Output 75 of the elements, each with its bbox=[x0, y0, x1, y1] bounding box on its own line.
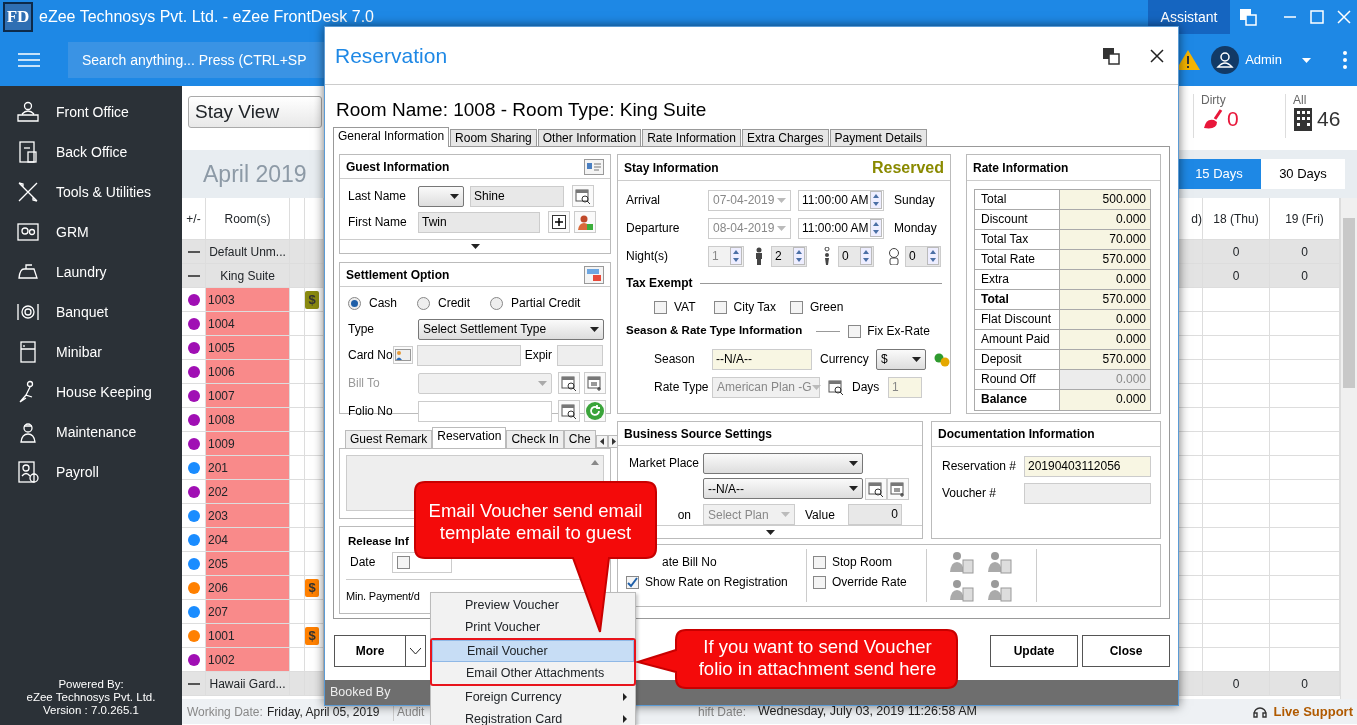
field-label: Card No bbox=[348, 347, 393, 364]
status-label: Reserved bbox=[871, 157, 944, 178]
rate-value: 0.000 bbox=[1060, 370, 1150, 389]
field-label: Expir bbox=[524, 347, 554, 364]
stat-value: 46 bbox=[1293, 107, 1347, 131]
field-label: Night(s) bbox=[626, 248, 669, 265]
rate-badge: $ bbox=[305, 626, 319, 645]
status-label: hift Date: bbox=[698, 703, 748, 721]
field-label: Season bbox=[654, 351, 696, 368]
rate-value: 570.000 bbox=[1060, 290, 1150, 309]
field-label: Departure bbox=[626, 220, 681, 237]
field-label: Rate Type bbox=[654, 379, 710, 396]
field-label: Type bbox=[348, 321, 375, 338]
count-cell: 0 bbox=[1203, 264, 1270, 287]
field-label: Market Place bbox=[629, 455, 701, 473]
rate-badge: $ bbox=[305, 290, 319, 309]
status-value: Wednesday, July 03, 2019 11:26:58 AM bbox=[758, 703, 977, 721]
dialog-title: Reservation bbox=[335, 42, 448, 69]
day-label: Sunday bbox=[894, 192, 935, 209]
count-cell: 0 bbox=[1203, 240, 1270, 263]
panel-title: Documentation Information bbox=[938, 426, 1095, 443]
field-label: Folio No bbox=[348, 403, 394, 420]
field-label: Days bbox=[852, 379, 881, 396]
footer-text: Version : 7.0.265.1 bbox=[42, 704, 140, 717]
field-label: First Name bbox=[348, 214, 408, 231]
stat-label: All bbox=[1293, 94, 1308, 107]
field-label: Currency bbox=[820, 351, 870, 368]
rate-value: 0.000 bbox=[1060, 330, 1150, 349]
rate-value: 70.000 bbox=[1060, 230, 1150, 249]
tooltip-text: If you want to send Voucher folio in attachment send here bbox=[697, 636, 938, 680]
field-label: Reservation # bbox=[941, 458, 1018, 475]
section-title: Season & Rate Type Information bbox=[626, 323, 803, 339]
rate-value: 570.000 bbox=[1060, 350, 1150, 369]
column-header: +/- bbox=[182, 198, 206, 239]
count-cell: 0 bbox=[1270, 672, 1340, 695]
panel-title: Rate Information bbox=[973, 159, 1069, 177]
field-label: Last Name bbox=[348, 188, 408, 205]
column-header: Room(s) bbox=[206, 198, 290, 239]
field-label: Bill To bbox=[348, 375, 381, 392]
window-title: eZee Technosys Pvt. Ltd. - eZee FrontDesk 7.0 bbox=[39, 7, 374, 27]
rate-badge: $ bbox=[305, 578, 319, 597]
count-cell: 0 bbox=[1270, 264, 1340, 287]
status-value: Friday, April 05, 2019 bbox=[267, 703, 381, 721]
rate-value: 0.000 bbox=[1060, 390, 1150, 410]
rate-value: 500.000 bbox=[1060, 190, 1150, 209]
stat-label: Dirty bbox=[1201, 94, 1227, 107]
count-cell: 0 bbox=[1270, 240, 1340, 263]
count-cell: 0 bbox=[1203, 672, 1270, 695]
panel-title: Release Inf bbox=[348, 535, 409, 547]
footer-text: Powered By: bbox=[57, 678, 125, 691]
panel-title: Business Source Settings bbox=[624, 425, 773, 443]
field-label: Date bbox=[349, 554, 377, 571]
panel-title: Guest Information bbox=[346, 158, 450, 176]
rate-value: 0.000 bbox=[1060, 270, 1150, 289]
panel-title: Settlement Option bbox=[346, 266, 450, 284]
booked-by-label: Booked By bbox=[330, 685, 391, 699]
dialog-heading: Room Name: 1008 - Room Type: King Suite bbox=[336, 98, 708, 122]
section-title: Tax Exempt bbox=[626, 275, 693, 292]
field-label: Value bbox=[805, 506, 836, 524]
rate-value: 0.000 bbox=[1060, 210, 1150, 229]
field-label: Arrival bbox=[626, 192, 661, 209]
stat-value: 0 bbox=[1201, 107, 1285, 131]
footer-text: eZee Technosys Pvt. Ltd. bbox=[25, 691, 157, 704]
field-label: Min. Payment/d bbox=[346, 590, 420, 602]
day-label: Monday bbox=[894, 220, 937, 237]
field-label: Voucher # bbox=[941, 485, 998, 502]
tooltip-text: Email Voucher send email template email to guest bbox=[427, 500, 644, 544]
status-label: Working Date: bbox=[187, 703, 264, 721]
option-label: ate Bill No bbox=[662, 555, 717, 569]
column-header: 18 (Thu) bbox=[1203, 198, 1270, 239]
rate-value: 570.000 bbox=[1060, 250, 1150, 269]
rate-value: 0.000 bbox=[1060, 310, 1150, 329]
panel-title: Stay Information bbox=[624, 159, 719, 177]
app-logo: FD bbox=[3, 2, 33, 32]
month-title: April 2019 bbox=[203, 159, 307, 189]
